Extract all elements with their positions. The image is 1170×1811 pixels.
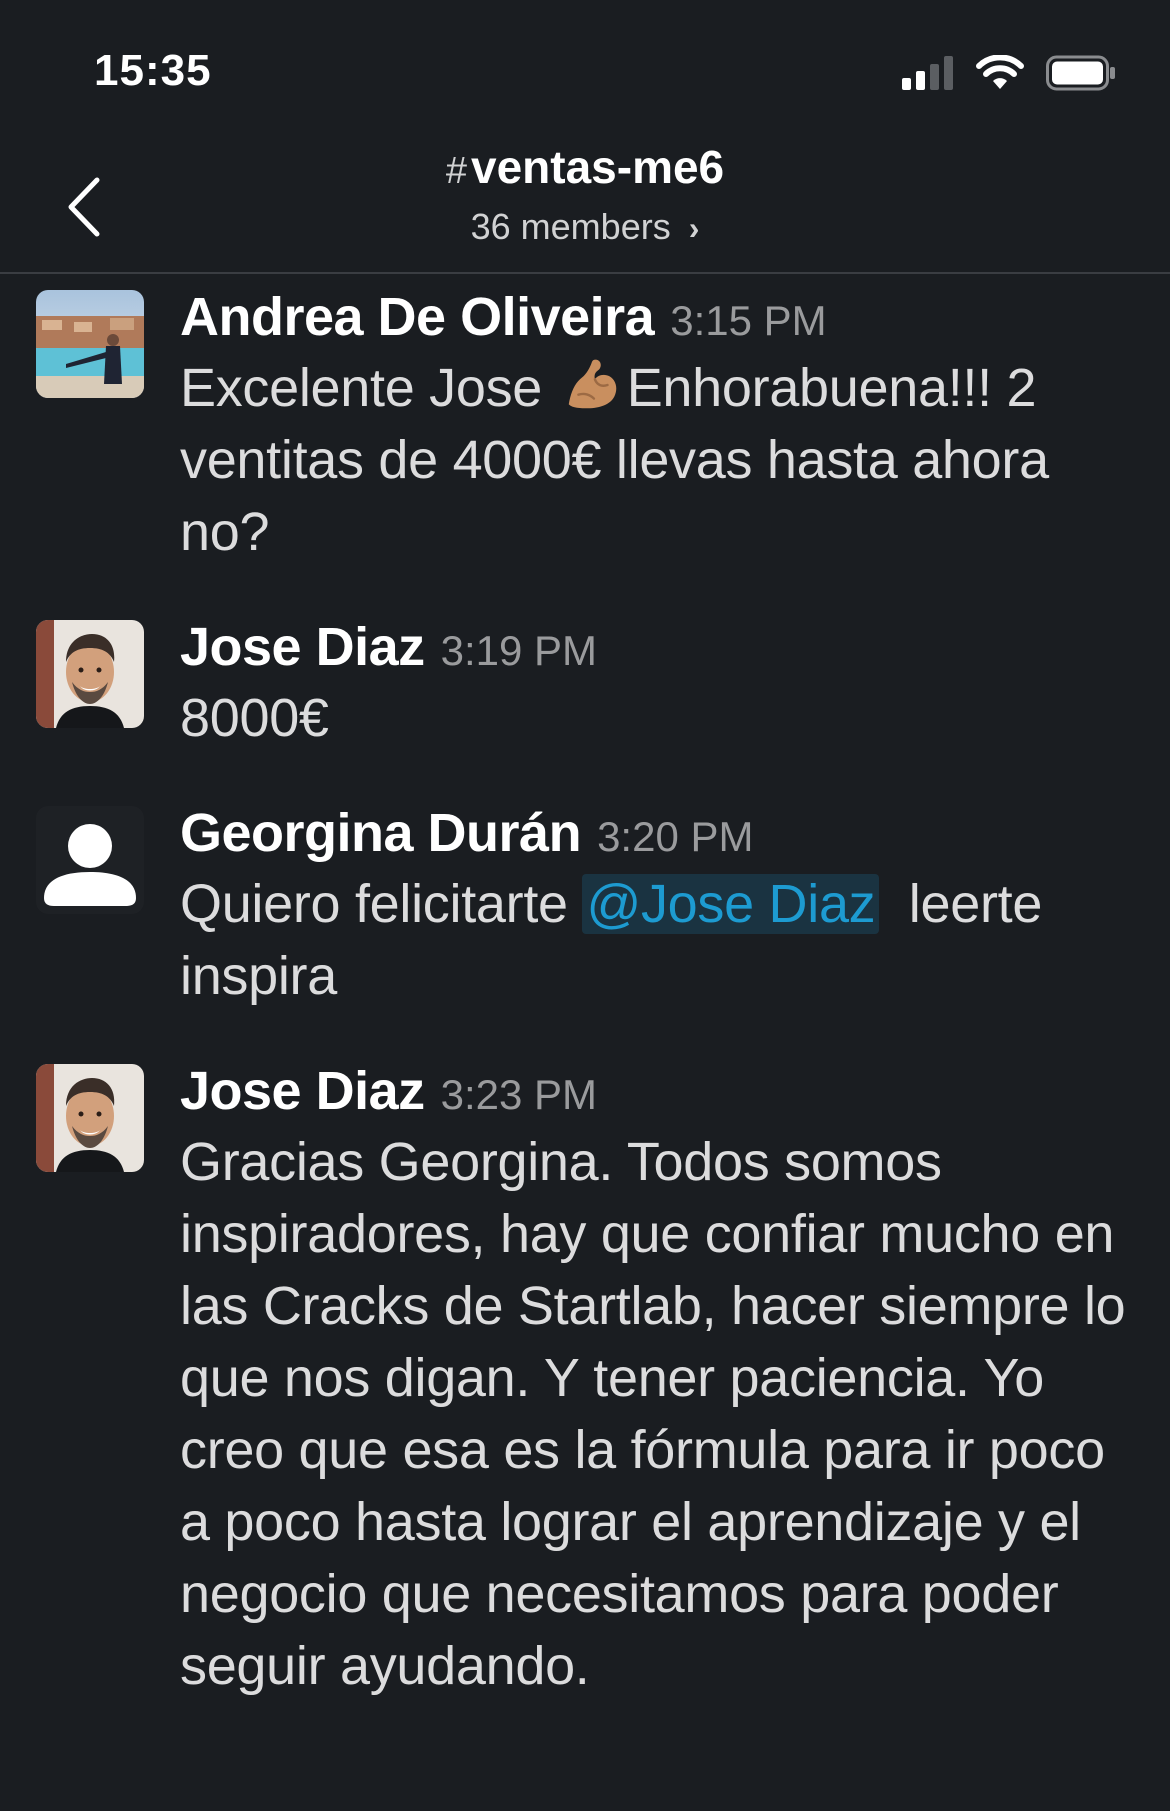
avatar[interactable] bbox=[36, 620, 144, 728]
cellular-signal-icon bbox=[902, 56, 953, 90]
message-body: Jose Diaz 3:23 PM Gracias Georgina. Todo… bbox=[180, 1048, 1140, 1702]
members-count: 36 members bbox=[470, 206, 671, 247]
channel-name: ventas-me6 bbox=[471, 141, 725, 193]
author-name[interactable]: Georgina Durán bbox=[180, 802, 582, 864]
avatar-photo-icon bbox=[36, 620, 144, 728]
message-header: Jose Diaz 3:23 PM bbox=[180, 1048, 1140, 1122]
message-header: Jose Diaz 3:19 PM bbox=[180, 604, 1140, 678]
avatar-photo-icon bbox=[36, 290, 144, 398]
channel-hash: # bbox=[445, 150, 467, 192]
status-time: 15:35 bbox=[94, 46, 212, 95]
author-name[interactable]: Jose Diaz bbox=[180, 616, 425, 678]
status-icons bbox=[902, 52, 1116, 94]
avatar[interactable] bbox=[36, 290, 144, 398]
timestamp[interactable]: 3:23 PM bbox=[441, 1071, 597, 1119]
message-body: Georgina Durán 3:20 PM Quiero felicitart… bbox=[180, 790, 1140, 1012]
avatar[interactable] bbox=[36, 1064, 144, 1172]
battery-icon bbox=[1046, 55, 1115, 91]
user-mention[interactable]: @Jose Diaz bbox=[582, 874, 880, 934]
default-user-icon bbox=[36, 806, 144, 914]
channel-header: #ventas-me6 36 members › bbox=[0, 130, 1170, 274]
message-text: Gracias Georgina. Todos somos inspirador… bbox=[180, 1132, 1126, 1696]
author-name[interactable]: Jose Diaz bbox=[180, 1060, 425, 1122]
status-bar: 15:35 bbox=[0, 0, 1170, 130]
channel-title[interactable]: #ventas-me6 bbox=[0, 140, 1170, 194]
message-text-part: Excelente Jose bbox=[180, 358, 557, 418]
timestamp[interactable]: 3:19 PM bbox=[441, 627, 597, 675]
flexed-biceps-icon bbox=[568, 359, 616, 409]
message-text: 8000€ bbox=[180, 688, 329, 748]
avatar-photo-icon bbox=[36, 1064, 144, 1172]
timestamp[interactable]: 3:20 PM bbox=[597, 813, 753, 861]
wifi-icon bbox=[976, 55, 1024, 89]
message-text: Quiero felicitarte @Jose Diaz leerte ins… bbox=[180, 868, 1140, 1012]
members-link[interactable]: 36 members › bbox=[0, 206, 1170, 248]
message-header: Andrea De Oliveira 3:15 PM bbox=[180, 274, 1140, 348]
message-text-part: Quiero felicitarte bbox=[180, 874, 583, 934]
message-header: Georgina Durán 3:20 PM bbox=[180, 790, 1140, 864]
avatar[interactable] bbox=[36, 806, 144, 914]
message-body: Andrea De Oliveira 3:15 PM Excelente Jos… bbox=[180, 274, 1140, 568]
author-name[interactable]: Andrea De Oliveira bbox=[180, 286, 655, 348]
message-text: Excelente Jose Enhorabuena!!! 2 ventitas… bbox=[180, 352, 1140, 568]
timestamp[interactable]: 3:15 PM bbox=[670, 297, 826, 345]
chevron-right-icon: › bbox=[688, 210, 700, 246]
message-body: Jose Diaz 3:19 PM 8000€ bbox=[180, 604, 1140, 754]
